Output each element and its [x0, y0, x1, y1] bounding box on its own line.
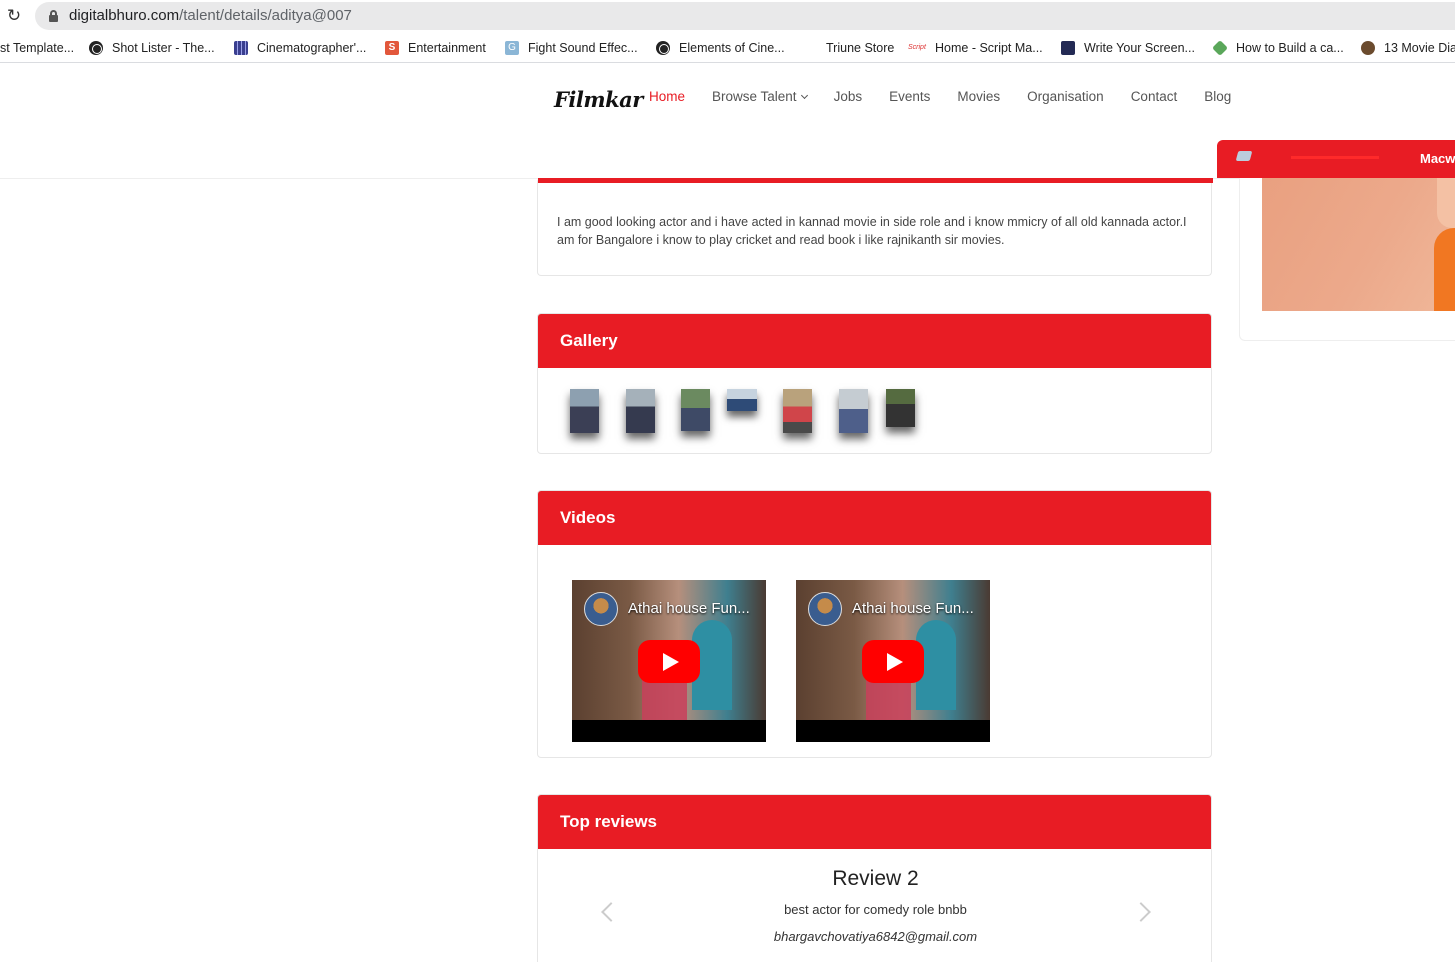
- chevron-down-icon: [800, 91, 808, 100]
- channel-avatar[interactable]: [808, 592, 842, 626]
- bookmark-item[interactable]: Cinematographer'...: [234, 39, 366, 57]
- globe-icon: [89, 41, 103, 55]
- videos-title: Videos: [538, 491, 1211, 545]
- about-card-header-edge: [538, 178, 1213, 183]
- video-title[interactable]: Athai house Fun...: [628, 600, 758, 617]
- videos-card: Videos Athai house Fun... Athai house Fu…: [537, 490, 1212, 758]
- bookmark-item[interactable]: Elements of Cine...: [656, 39, 785, 57]
- script-icon: Script: [908, 44, 926, 51]
- bookmark-item[interactable]: Triune Store: [826, 39, 894, 57]
- bookmark-label: Triune Store: [826, 41, 895, 55]
- nav-browse-talent[interactable]: Browse Talent: [712, 89, 808, 104]
- lock-icon[interactable]: [49, 10, 58, 22]
- nav-browse-talent-label: Browse Talent: [712, 89, 797, 104]
- review-heading: Review 2: [832, 867, 919, 890]
- about-card: I am good looking actor and i have acted…: [537, 178, 1213, 276]
- video-embed[interactable]: Athai house Fun...: [796, 580, 990, 742]
- gallery-thumbnail[interactable]: [886, 389, 915, 427]
- bookmark-item[interactable]: Write Your Screen...: [1061, 39, 1195, 57]
- url-path: /talent/details/aditya@007: [179, 7, 352, 24]
- nav-organisation[interactable]: Organisation: [1027, 89, 1104, 104]
- bookmark-label: st Template...: [0, 41, 75, 55]
- bookmark-item[interactable]: S Entertainment: [385, 39, 486, 57]
- bookmark-label: Home - Script Ma...: [935, 41, 1043, 55]
- bookmark-item[interactable]: Script Home - Script Ma...: [908, 39, 1043, 57]
- truck-icon: [1235, 151, 1253, 161]
- nav-home[interactable]: Home: [649, 89, 685, 104]
- bookmark-label: Write Your Screen...: [1084, 41, 1195, 55]
- url-field[interactable]: digitalbhuro.com/talent/details/aditya@0…: [35, 2, 1455, 30]
- channel-avatar[interactable]: [584, 592, 618, 626]
- review-author: bhargavchovatiya6842@gmail.com: [773, 929, 978, 944]
- gallery-thumbnail[interactable]: [626, 389, 655, 433]
- play-icon[interactable]: [638, 640, 700, 683]
- bookmark-item[interactable]: How to Build a ca...: [1212, 39, 1344, 57]
- nav-events[interactable]: Events: [889, 89, 930, 104]
- book-icon: [1061, 41, 1075, 55]
- nav-contact[interactable]: Contact: [1131, 89, 1178, 104]
- side-banner-label: Macw: [1420, 151, 1455, 166]
- bookmark-item[interactable]: 13 Movie Dia: [1361, 39, 1455, 57]
- review-text: best actor for comedy role bnbb: [784, 902, 967, 917]
- nav-movies[interactable]: Movies: [957, 89, 1000, 104]
- green-icon: [1212, 40, 1228, 56]
- bookmark-label: 13 Movie Dia: [1384, 41, 1455, 55]
- gallery-thumbnail[interactable]: [570, 389, 599, 433]
- side-ad-image[interactable]: [1262, 178, 1455, 311]
- film-icon: [234, 41, 248, 55]
- nav-jobs[interactable]: Jobs: [834, 89, 863, 104]
- browser-address-bar: ↻ digitalbhuro.com/talent/details/aditya…: [0, 0, 1455, 32]
- movie-icon: [1361, 41, 1375, 55]
- url-text: digitalbhuro.com/talent/details/aditya@0…: [69, 7, 352, 24]
- reload-icon[interactable]: ↻: [5, 7, 23, 25]
- bookmark-label: Fight Sound Effec...: [528, 41, 638, 55]
- bookmark-label: Shot Lister - The...: [112, 41, 215, 55]
- gallery-thumbnail[interactable]: [839, 389, 868, 433]
- about-text: I am good looking actor and i have acted…: [557, 215, 1187, 247]
- bookmark-item[interactable]: Shot Lister - The...: [89, 39, 215, 57]
- bookmark-item[interactable]: st Template...: [0, 39, 74, 57]
- play-icon[interactable]: [862, 640, 924, 683]
- bookmark-label: Entertainment: [408, 41, 486, 55]
- bookmark-label: How to Build a ca...: [1236, 41, 1344, 55]
- gallery-card: Gallery: [537, 313, 1212, 454]
- s-icon: S: [385, 41, 399, 55]
- gallery-thumbnail[interactable]: [727, 389, 757, 411]
- gallery-thumbnail[interactable]: [681, 389, 710, 431]
- site-logo[interactable]: Filmkar: [554, 87, 643, 112]
- side-banner[interactable]: Macw: [1217, 140, 1455, 178]
- globe-icon: [656, 41, 670, 55]
- gallery-title: Gallery: [538, 314, 1211, 368]
- redacted-text: [1291, 156, 1379, 159]
- g-icon: G: [505, 41, 519, 55]
- video-title[interactable]: Athai house Fun...: [852, 600, 982, 617]
- url-host: digitalbhuro.com: [69, 7, 180, 24]
- bookmark-item[interactable]: G Fight Sound Effec...: [505, 39, 638, 57]
- gallery-thumbnail[interactable]: [783, 389, 812, 433]
- bookmarks-bar: st Template... Shot Lister - The... Cine…: [0, 33, 1455, 63]
- bookmark-label: Elements of Cine...: [679, 41, 785, 55]
- bookmark-label: Cinematographer'...: [257, 41, 367, 55]
- video-embed[interactable]: Athai house Fun...: [572, 580, 766, 742]
- reviews-title: Top reviews: [538, 795, 1211, 849]
- nav-blog[interactable]: Blog: [1204, 89, 1231, 104]
- reviews-card: Top reviews Review 2 best actor for come…: [537, 794, 1212, 962]
- main-nav: Home Browse Talent Jobs Events Movies Or…: [649, 89, 1258, 104]
